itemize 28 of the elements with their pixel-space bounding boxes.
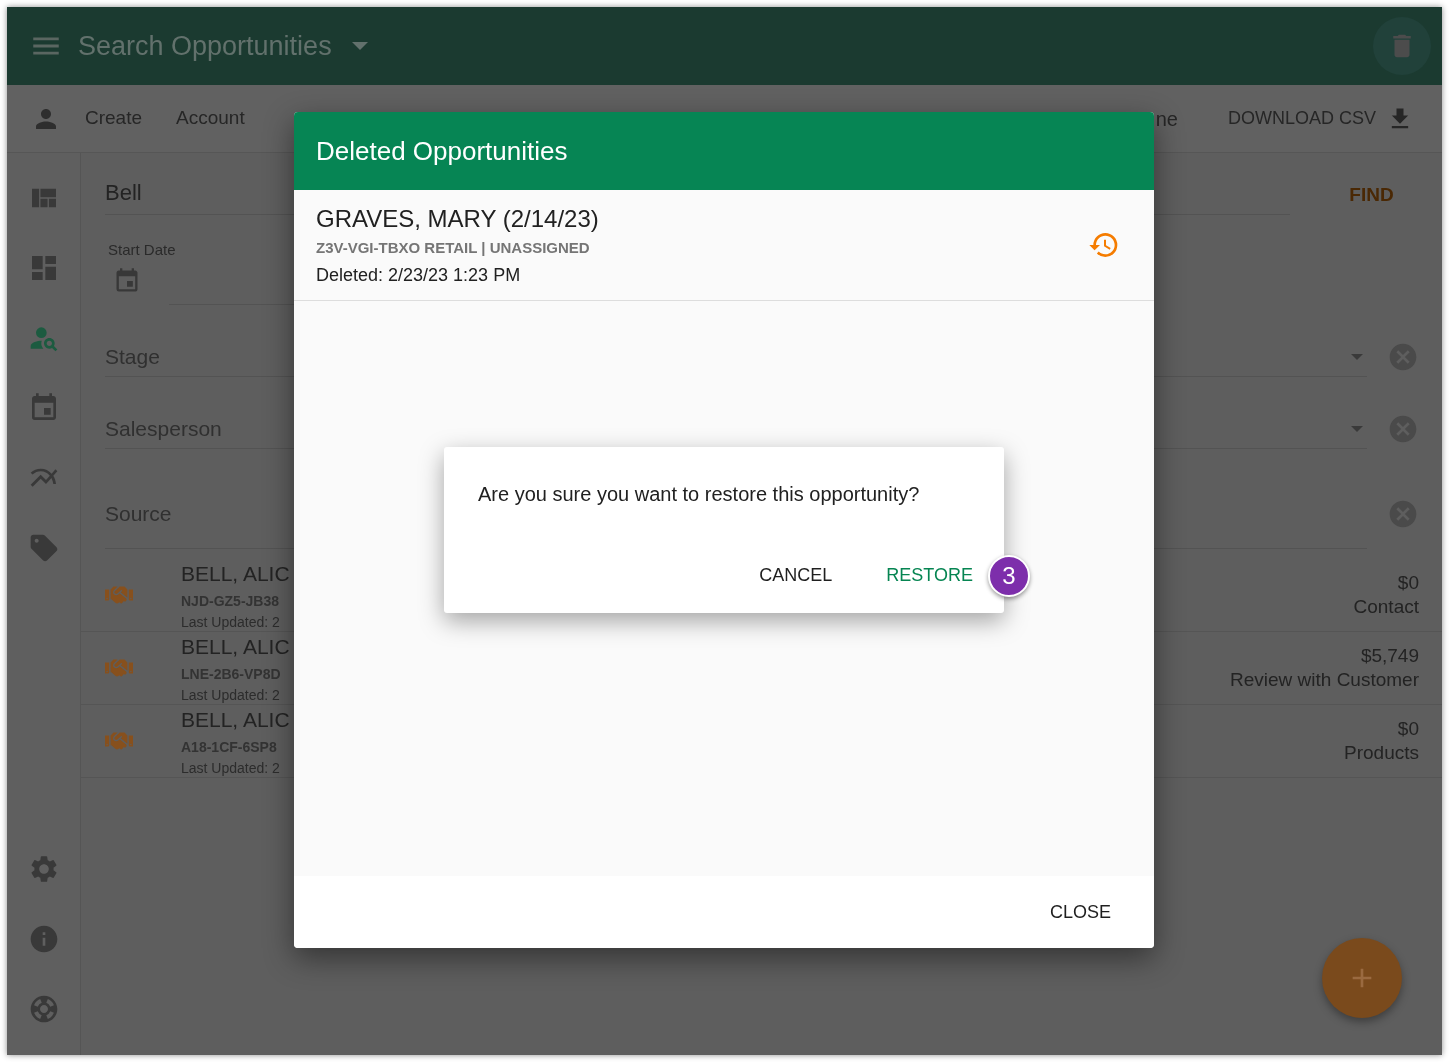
step-badge: 3 (988, 555, 1030, 597)
deleted-item-details: Z3V-VGI-TBXO RETAIL | UNASSIGNED (316, 238, 590, 257)
stage-text: Products (1344, 741, 1419, 765)
add-button[interactable] (1322, 938, 1402, 1018)
close-button[interactable]: CLOSE (1037, 892, 1123, 932)
dropdown-caret-icon (351, 42, 368, 50)
amount-text: $5,749 (1360, 644, 1419, 668)
restore-confirm-button[interactable]: RESTORE (874, 555, 985, 595)
confirm-message: Are you sure you want to restore this opportunity? (477, 482, 920, 506)
deleted-item-name: GRAVES, MARY (2/14/23) (316, 204, 599, 233)
amount-text: $0 (1397, 717, 1419, 741)
dropdown-caret-icon (1351, 353, 1363, 360)
toolbar-link[interactable]: ne (1155, 103, 1178, 134)
opportunity-name: BELL, ALIC (181, 561, 290, 587)
opportunity-name: BELL, ALIC (181, 707, 290, 733)
page-title: Search Opportunities (78, 29, 332, 63)
stage-text: Review with Customer (1230, 668, 1419, 692)
cancel-button[interactable]: CANCEL (747, 555, 845, 595)
dialog-title: Deleted Opportunities (316, 134, 568, 168)
download-csv-button[interactable]: DOWNLOAD CSV (1227, 104, 1414, 133)
deleted-date-text: Deleted: 2/23/23 1:23 PM (316, 263, 521, 286)
amount-text: $0 (1397, 571, 1419, 595)
find-button[interactable]: FIND (1324, 175, 1419, 215)
opportunity-name: BELL, ALIC (181, 634, 290, 660)
stage-text: Contact (1353, 595, 1419, 619)
toolbar-link[interactable]: Account (176, 104, 245, 133)
toolbar-link[interactable]: Create (85, 104, 143, 133)
dropdown-caret-icon (1351, 425, 1363, 432)
